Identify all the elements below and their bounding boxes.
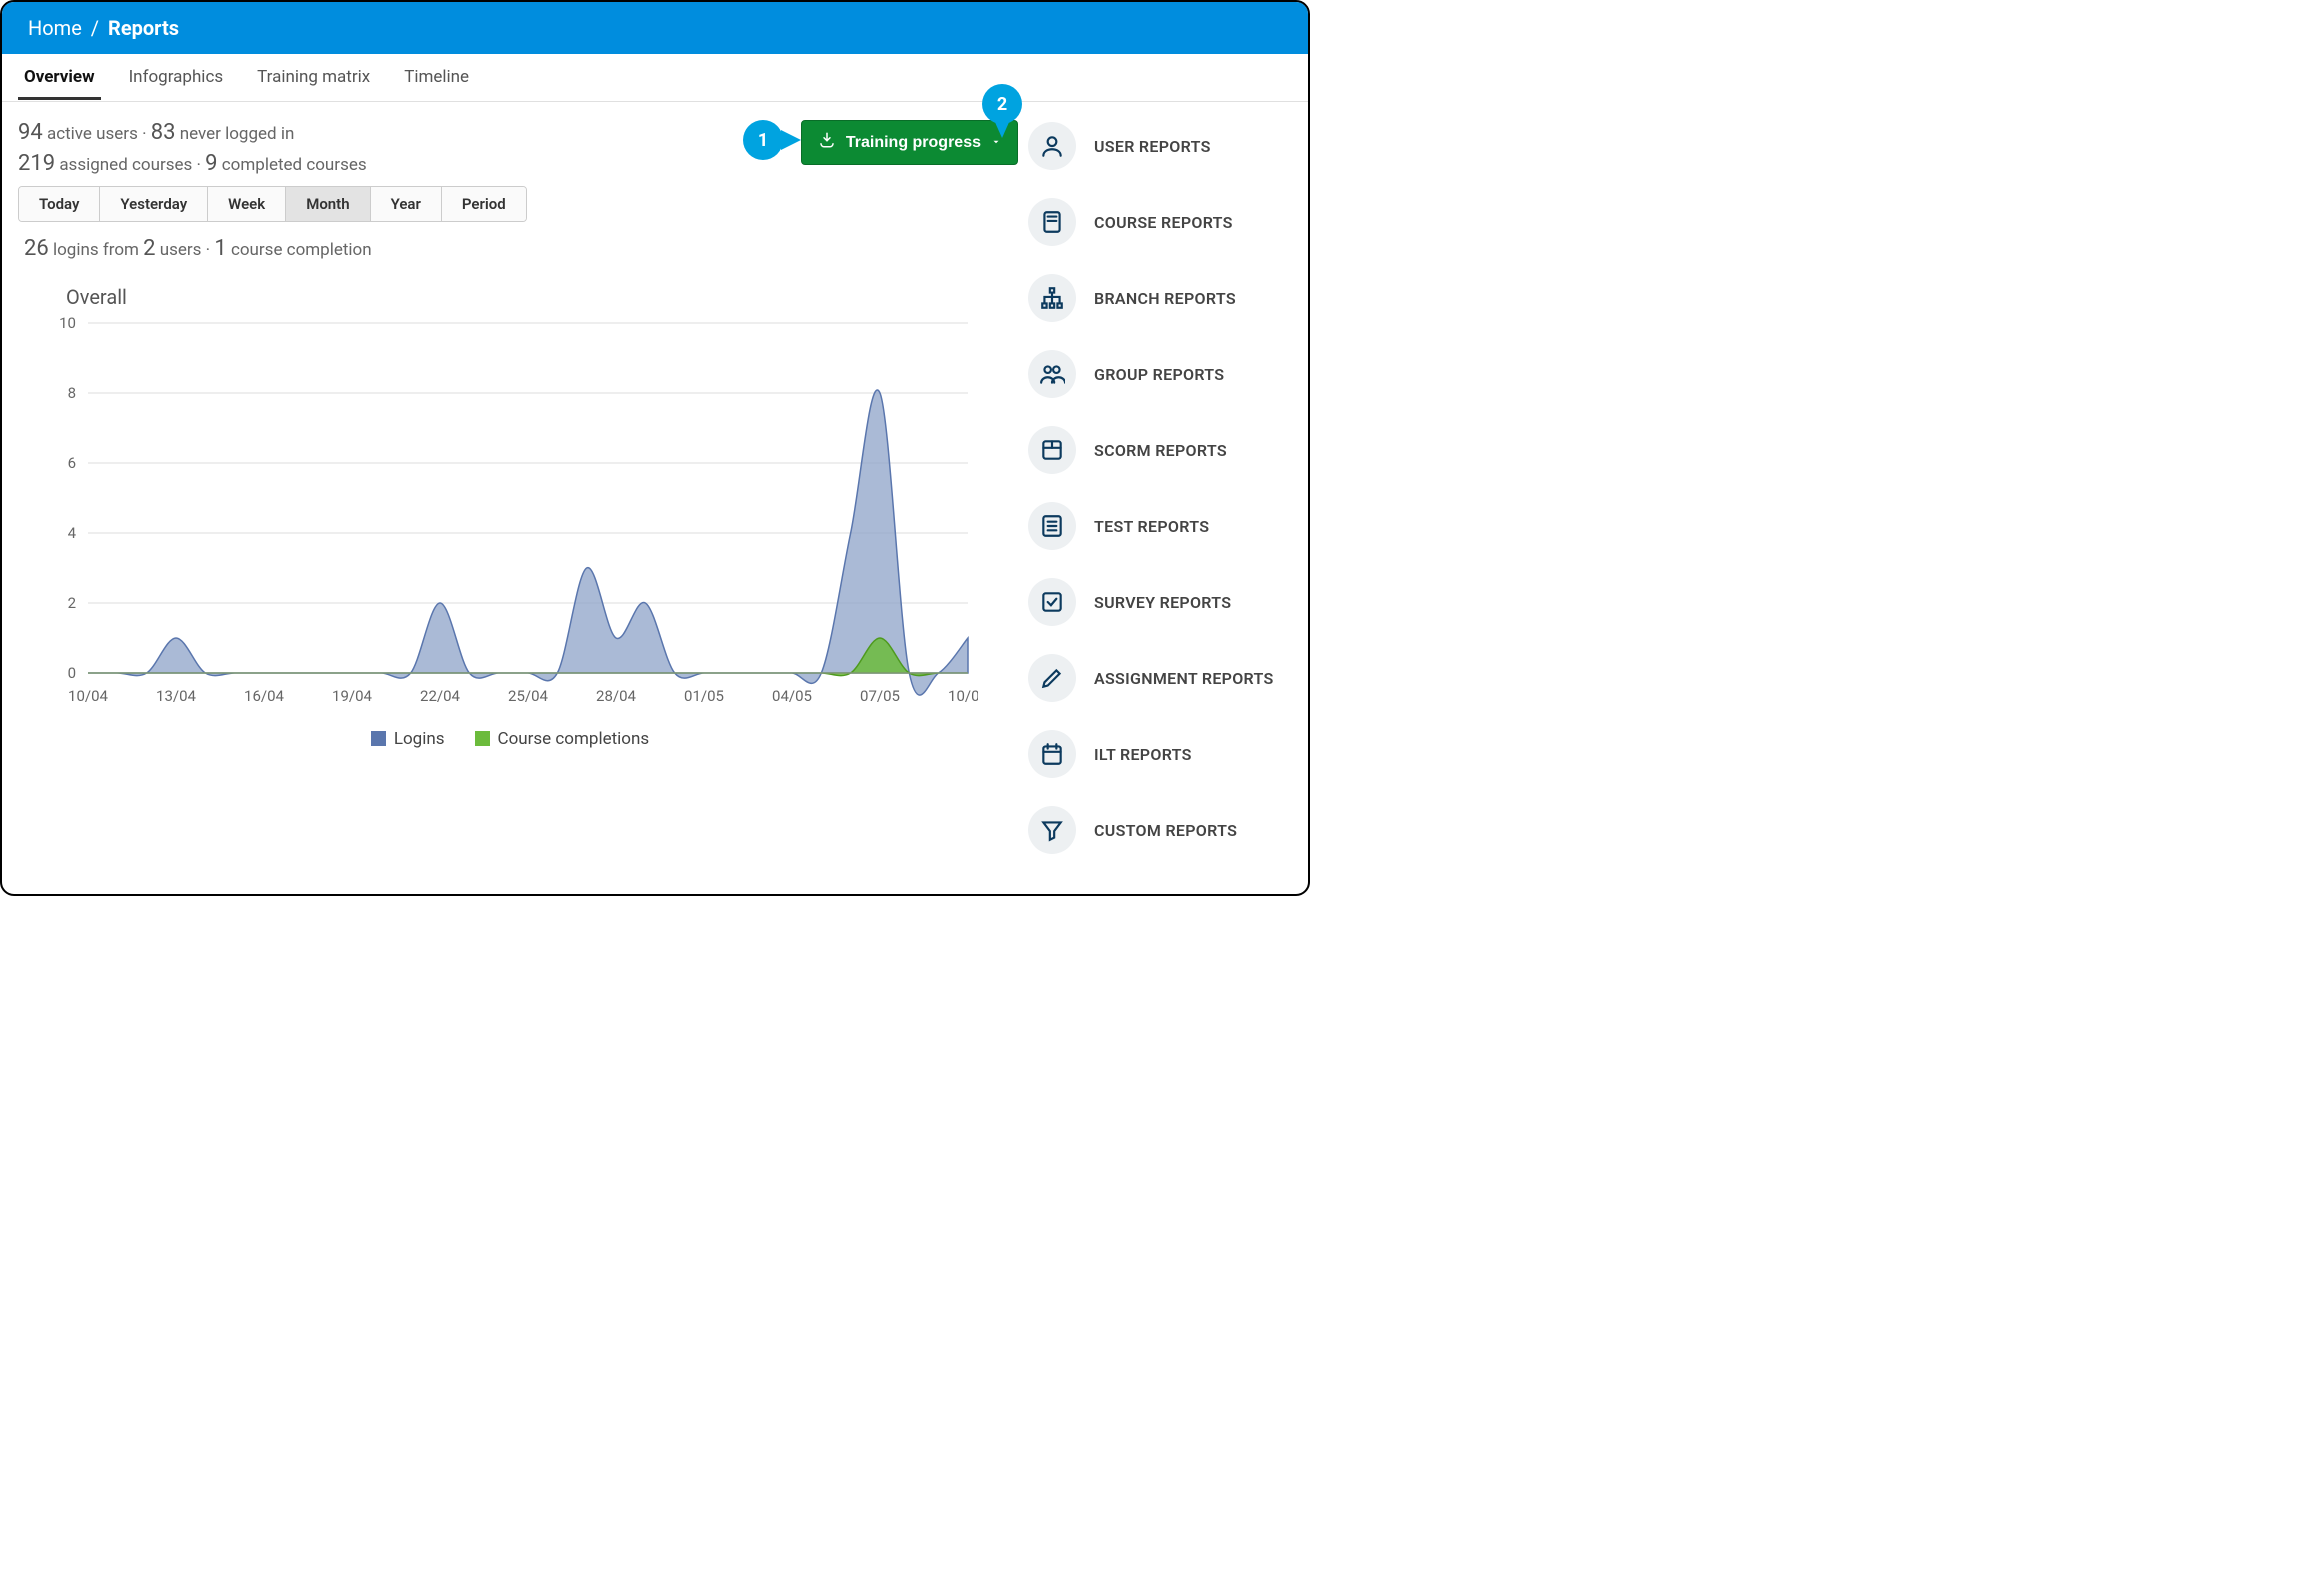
range-week[interactable]: Week bbox=[208, 187, 286, 221]
sidebar-item-label: ILT REPORTS bbox=[1094, 745, 1192, 764]
calendar-icon bbox=[1028, 730, 1076, 778]
sidebar-item-assignment-reports[interactable]: ASSIGNMENT REPORTS bbox=[1028, 654, 1298, 702]
svg-text:07/05: 07/05 bbox=[860, 687, 900, 705]
range-month[interactable]: Month bbox=[286, 187, 370, 221]
sidebar-item-test-reports[interactable]: TEST REPORTS bbox=[1028, 502, 1298, 550]
period-stats: 26 logins from 2 users · 1 course comple… bbox=[24, 236, 1002, 261]
sidebar-item-label: SURVEY REPORTS bbox=[1094, 593, 1231, 612]
svg-text:19/04: 19/04 bbox=[332, 687, 372, 705]
period-logins-count: 26 bbox=[24, 236, 49, 261]
svg-text:0: 0 bbox=[68, 664, 76, 682]
training-progress-button[interactable]: Training progress bbox=[801, 120, 1018, 165]
chart-title: Overall bbox=[66, 285, 1002, 309]
active-users-count: 94 bbox=[18, 120, 43, 145]
training-progress-label: Training progress bbox=[846, 134, 981, 152]
assigned-courses-label: assigned courses bbox=[59, 155, 192, 175]
tabs: Overview Infographics Training matrix Timel… bbox=[2, 54, 1308, 102]
user-icon bbox=[1028, 122, 1076, 170]
svg-text:25/04: 25/04 bbox=[508, 687, 548, 705]
sidebar-item-survey-reports[interactable]: SURVEY REPORTS bbox=[1028, 578, 1298, 626]
overall-chart: 0 2 4 6 8 10 10/04 13/04 16/04 19/04 22/04 25/04 28/… bbox=[18, 313, 978, 723]
sidebar-item-custom-reports[interactable]: CUSTOM REPORTS bbox=[1028, 806, 1298, 854]
period-completions-label: course completion bbox=[231, 240, 372, 260]
svg-text:2: 2 bbox=[68, 594, 76, 612]
sidebar-item-course-reports[interactable]: COURSE REPORTS bbox=[1028, 198, 1298, 246]
svg-text:10: 10 bbox=[59, 314, 76, 332]
list-icon bbox=[1028, 502, 1076, 550]
range-year[interactable]: Year bbox=[371, 187, 442, 221]
assigned-courses-count: 219 bbox=[18, 151, 55, 176]
sidebar-item-label: BRANCH REPORTS bbox=[1094, 289, 1236, 308]
sidebar-item-label: TEST REPORTS bbox=[1094, 517, 1209, 536]
svg-text:4: 4 bbox=[68, 524, 77, 542]
svg-text:22/04: 22/04 bbox=[420, 687, 460, 705]
active-users-label: active users bbox=[47, 124, 138, 144]
svg-text:04/05: 04/05 bbox=[772, 687, 812, 705]
download-icon bbox=[818, 131, 836, 154]
svg-text:10/04: 10/04 bbox=[68, 687, 108, 705]
funnel-icon bbox=[1028, 806, 1076, 854]
period-users-label: users bbox=[160, 240, 202, 260]
completed-courses-count: 9 bbox=[205, 151, 217, 176]
pen-icon bbox=[1028, 654, 1076, 702]
sidebar-item-label: SCORM REPORTS bbox=[1094, 441, 1227, 460]
svg-text:13/04: 13/04 bbox=[156, 687, 196, 705]
sidebar-item-scorm-reports[interactable]: SCORM REPORTS bbox=[1028, 426, 1298, 474]
breadcrumb: Home / Reports bbox=[2, 2, 1308, 54]
time-range-selector: TodayYesterdayWeekMonthYearPeriod bbox=[18, 186, 527, 222]
period-logins-label: logins from bbox=[53, 240, 139, 260]
svg-text:28/04: 28/04 bbox=[596, 687, 636, 705]
box-icon bbox=[1028, 426, 1076, 474]
branch-icon bbox=[1028, 274, 1076, 322]
sidebar-item-ilt-reports[interactable]: ILT REPORTS bbox=[1028, 730, 1298, 778]
svg-text:10/05: 10/05 bbox=[948, 687, 978, 705]
svg-text:8: 8 bbox=[68, 384, 76, 402]
never-logged-count: 83 bbox=[151, 120, 176, 145]
tab-timeline[interactable]: Timeline bbox=[398, 55, 475, 100]
svg-text:6: 6 bbox=[68, 454, 76, 472]
sidebar-item-label: CUSTOM REPORTS bbox=[1094, 821, 1237, 840]
tab-overview[interactable]: Overview bbox=[18, 55, 101, 100]
group-icon bbox=[1028, 350, 1076, 398]
range-today[interactable]: Today bbox=[19, 187, 100, 221]
period-users-count: 2 bbox=[143, 236, 155, 261]
chart-legend: Logins Course completions bbox=[18, 729, 1002, 749]
sidebar-item-branch-reports[interactable]: BRANCH REPORTS bbox=[1028, 274, 1298, 322]
range-yesterday[interactable]: Yesterday bbox=[100, 187, 208, 221]
tab-infographics[interactable]: Infographics bbox=[123, 55, 230, 100]
svg-text:16/04: 16/04 bbox=[244, 687, 284, 705]
sidebar-item-group-reports[interactable]: GROUP REPORTS bbox=[1028, 350, 1298, 398]
check-icon bbox=[1028, 578, 1076, 626]
completed-courses-label: completed courses bbox=[222, 155, 367, 175]
breadcrumb-home[interactable]: Home bbox=[28, 16, 82, 40]
sidebar-item-label: GROUP REPORTS bbox=[1094, 365, 1224, 384]
book-icon bbox=[1028, 198, 1076, 246]
period-completions-count: 1 bbox=[214, 236, 226, 261]
sidebar-item-label: ASSIGNMENT REPORTS bbox=[1094, 669, 1274, 688]
tab-training-matrix[interactable]: Training matrix bbox=[251, 55, 376, 100]
callout-1: 1 bbox=[743, 120, 783, 160]
range-period[interactable]: Period bbox=[442, 187, 526, 221]
never-logged-label: never logged in bbox=[180, 124, 295, 144]
callout-2: 2 bbox=[982, 84, 1022, 124]
sidebar-item-user-reports[interactable]: USER REPORTS bbox=[1028, 122, 1298, 170]
sidebar-item-label: USER REPORTS bbox=[1094, 137, 1211, 156]
svg-text:01/05: 01/05 bbox=[684, 687, 724, 705]
legend-logins: Logins bbox=[394, 729, 445, 749]
sidebar-item-label: COURSE REPORTS bbox=[1094, 213, 1233, 232]
report-sidebar: USER REPORTS COURSE REPORTS BRANCH REPORTS… bbox=[1018, 102, 1308, 886]
legend-completions: Course completions bbox=[498, 729, 650, 749]
breadcrumb-current: Reports bbox=[108, 16, 179, 40]
